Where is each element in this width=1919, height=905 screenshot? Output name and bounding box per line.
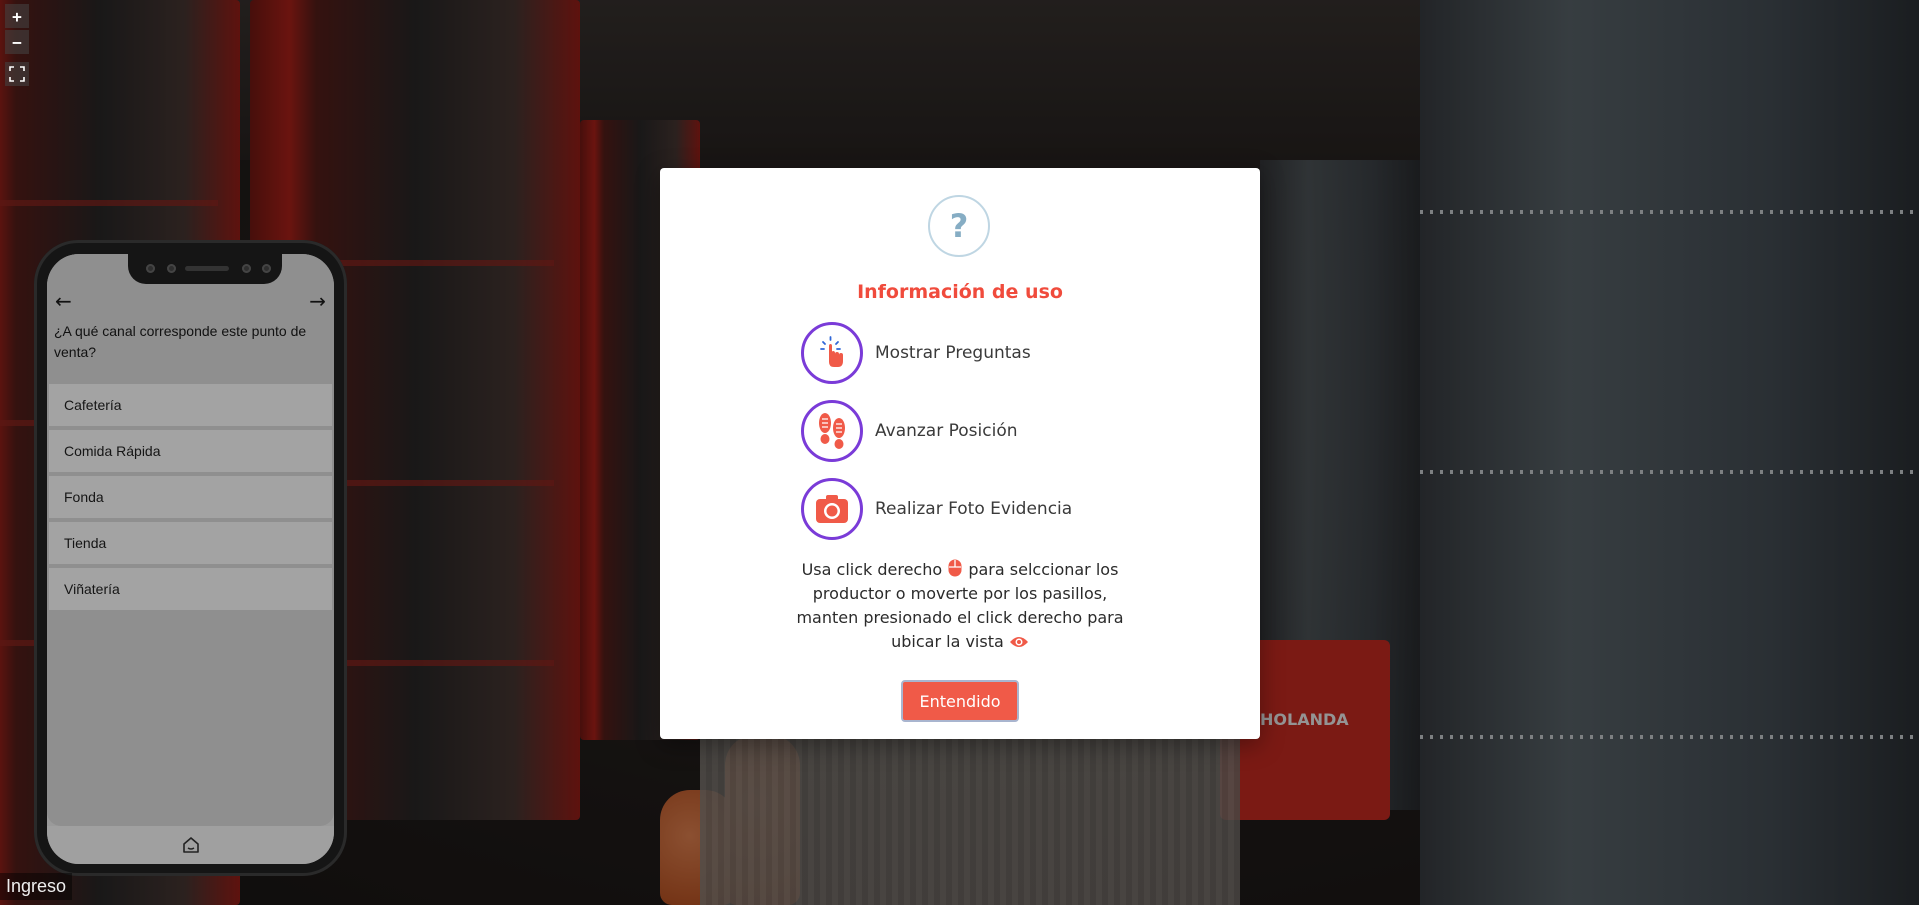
help-icon: ? (928, 195, 990, 257)
phone-questionnaire: ← → ¿A qué canal corresponde este punto … (34, 240, 347, 876)
eye-icon (1009, 637, 1028, 647)
fullscreen-icon (9, 66, 25, 82)
answer-option[interactable]: Tienda (49, 522, 332, 564)
usage-item-photo: Realizar Foto Evidencia (801, 476, 1072, 542)
phone-nav: ← → (55, 289, 326, 313)
forward-arrow-button[interactable]: → (309, 289, 326, 313)
usage-item-label: Mostrar Preguntas (875, 343, 1031, 363)
answer-option[interactable]: Cafetería (49, 384, 332, 426)
footsteps-icon (801, 400, 863, 462)
mouse-icon (948, 559, 962, 577)
usage-instructions: Usa click derecho para selccionar los pr… (790, 558, 1130, 654)
phone-screen: ← → ¿A qué canal corresponde este punto … (47, 254, 334, 864)
answer-option[interactable]: Comida Rápida (49, 430, 332, 472)
fullscreen-button[interactable] (5, 62, 29, 86)
camera-icon (801, 478, 863, 540)
usage-info-modal: ? Información de uso Mostrar Preguntas A… (660, 168, 1260, 739)
back-arrow-button[interactable]: ← (55, 289, 72, 313)
tap-hand-icon (801, 322, 863, 384)
usage-item-label: Realizar Foto Evidencia (875, 499, 1073, 519)
instructions-part1: Usa click derecho (801, 560, 943, 579)
answer-option[interactable]: Viñatería (49, 568, 332, 610)
answer-option[interactable]: Fonda (49, 476, 332, 518)
zoom-in-button[interactable]: + (5, 4, 29, 28)
zoom-out-button[interactable]: − (5, 30, 29, 54)
understood-button[interactable]: Entendido (901, 680, 1019, 722)
zoom-controls: + − (5, 4, 29, 86)
scene-label: Ingreso (0, 873, 73, 900)
answer-options: Cafetería Comida Rápida Fonda Tienda Viñ… (47, 384, 334, 610)
modal-title: Información de uso (857, 281, 1063, 303)
usage-item-advance: Avanzar Posición (801, 398, 1018, 464)
question-text: ¿A qué canal corresponde este punto de v… (54, 323, 307, 360)
usage-item-label: Avanzar Posición (875, 421, 1018, 441)
phone-notch (128, 254, 282, 284)
phone-home-bar (47, 826, 334, 864)
home-icon[interactable] (181, 835, 201, 855)
usage-item-questions: Mostrar Preguntas (801, 320, 1031, 386)
